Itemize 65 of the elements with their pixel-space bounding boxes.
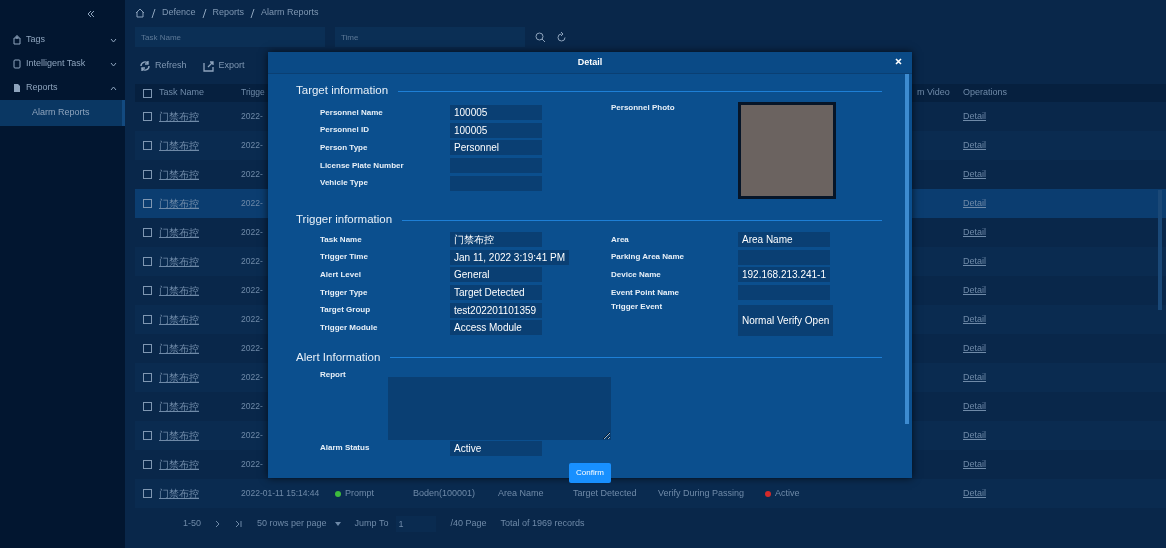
value-field: test202201101359 [450, 302, 542, 318]
value-field: 100005 [450, 105, 542, 121]
column-header: Operations [963, 87, 1008, 98]
field-label: Personnel Name [320, 106, 384, 119]
dialog-title: Detail [577, 55, 603, 69]
table-cell: 2022- [241, 168, 263, 179]
table-cell: 2022- [241, 371, 263, 382]
field-label: Task Name [320, 233, 363, 246]
section-title: Target information [296, 83, 389, 99]
table-cell: 2022- [241, 255, 263, 266]
column-header: Task Name [159, 87, 204, 98]
breadcrumb-item: Alarm Reports [261, 6, 319, 20]
table-cell-text: Active [775, 486, 800, 500]
field-label: Trigger Module [320, 321, 379, 334]
table-cell: 2022- [241, 458, 263, 469]
table-cell: Boden(100001) [413, 487, 476, 498]
field-label: Trigger Event [611, 301, 664, 314]
field-label: Event Point Name [611, 286, 680, 299]
table-cell: 2022- [241, 429, 263, 440]
table-cell: 2022- [241, 342, 263, 353]
table-cell-text: Prompt [345, 486, 374, 500]
field-label: Device Name [611, 269, 662, 281]
value-field: General [450, 267, 542, 283]
field-label: Target Group [320, 304, 372, 317]
table-cell: 2022- [241, 226, 263, 237]
table-cell: Area Name [498, 487, 544, 498]
field-label: License Plate Number [320, 159, 405, 172]
value-field: 100005 [450, 122, 542, 138]
table-cell: Target Detected [573, 487, 637, 498]
value-field: Jan 11, 2022 3:19:41 PM [450, 249, 569, 265]
value-field: 192.168.213.241-1 [738, 267, 830, 283]
table-cell: 2022- [241, 400, 263, 411]
field-label: Person Type [320, 142, 369, 154]
value-field: Personnel [450, 140, 542, 156]
jump-label: Jump To [354, 517, 389, 531]
page-count: /40 Page [450, 517, 487, 531]
value-field: Area Name [738, 232, 830, 248]
page-range: 1-50 [183, 517, 201, 531]
field-label: Report [320, 368, 347, 381]
column-header: m Video [917, 87, 950, 98]
table-cell: 2022- [241, 284, 263, 295]
table-cell: 2022- [241, 197, 263, 208]
section-title: Alert Information [296, 349, 381, 365]
field-label: Area [611, 233, 630, 246]
field-label: Alert Level [320, 269, 362, 281]
field-label: Parking Area Name [611, 251, 686, 264]
column-header: Trigge [241, 87, 265, 98]
value-field: Access Module [450, 320, 542, 336]
field-label: Personnel Photo [611, 102, 676, 114]
record-total: Total of 1969 records [500, 517, 585, 531]
value-field: 门禁布控 [450, 232, 542, 248]
field-label: Alarm Status [320, 442, 371, 455]
table-cell: 2022- [241, 110, 263, 121]
section-title: Trigger information [296, 212, 393, 228]
table-cell: Verify During Passing [658, 487, 745, 498]
field-label: Personnel ID [320, 124, 370, 137]
table-cell: 2022-01-11 15:14:44 [241, 487, 320, 498]
value-field: Target Detected [450, 285, 542, 301]
value-field: Active [450, 440, 542, 456]
field-label: Trigger Type [320, 286, 369, 299]
field-label: Trigger Time [320, 251, 369, 264]
table-cell: 2022- [241, 313, 263, 324]
field-label: Vehicle Type [320, 177, 369, 190]
value-field: Normal Verify Open [738, 305, 834, 337]
table-cell: 2022- [241, 139, 263, 150]
